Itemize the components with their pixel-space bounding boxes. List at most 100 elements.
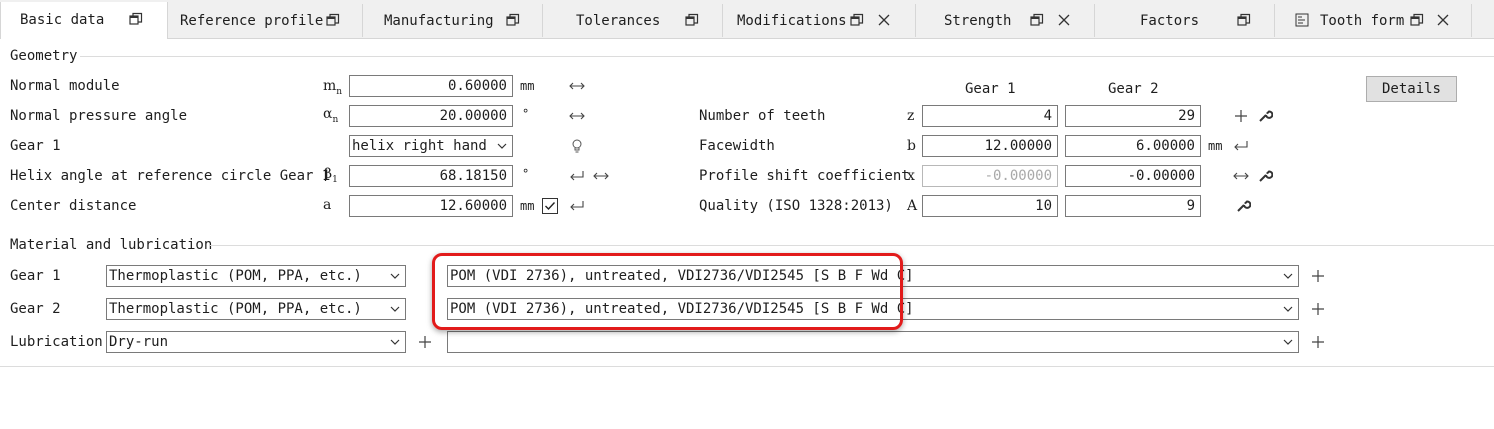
plus-icon[interactable]	[1310, 268, 1326, 284]
helix-angle-unit: °	[522, 167, 530, 181]
quality-symbol: A	[907, 198, 918, 214]
pressure-angle-unit: °	[522, 107, 530, 121]
teeth-symbol: z	[907, 108, 915, 124]
chevron-down-icon	[390, 306, 400, 312]
return-arrow-icon[interactable]	[1233, 138, 1249, 154]
swap-horizontal-icon[interactable]	[593, 168, 609, 184]
plus-icon[interactable]	[417, 334, 433, 350]
lightbulb-icon[interactable]	[569, 138, 585, 154]
return-arrow-icon[interactable]	[569, 168, 585, 184]
tab-tolerances[interactable]: Tolerances	[543, 4, 723, 37]
facewidth-gear1-input[interactable]: 12.00000	[922, 135, 1058, 157]
tab-label: Modifications	[737, 13, 847, 29]
details-button[interactable]: Details	[1366, 76, 1457, 102]
tab-label: Manufacturing	[384, 13, 494, 29]
swap-horizontal-icon[interactable]	[569, 108, 585, 124]
center-distance-unit: mm	[520, 199, 535, 213]
profile-shift-symbol: x	[907, 168, 915, 184]
tab-manufacturing[interactable]: Manufacturing	[363, 4, 543, 37]
center-distance-symbol: a	[323, 197, 332, 213]
chevron-down-icon	[390, 339, 400, 345]
bottom-divider	[0, 366, 1494, 367]
gear1-column-header: Gear 1	[965, 81, 1016, 97]
material-gear2-label: Gear 2	[10, 301, 61, 317]
profile-shift-label: Profile shift coefficient	[699, 168, 910, 184]
pressure-angle-label: Normal pressure angle	[10, 108, 188, 124]
tab-modifications[interactable]: Modifications	[723, 4, 916, 37]
chevron-down-icon	[1283, 339, 1293, 345]
tab-tooth-form[interactable]: Tooth form	[1275, 4, 1472, 37]
material-gear1-type-select[interactable]: Thermoplastic (POM, PPA, etc.)	[106, 265, 406, 287]
profile-shift-gear1-input: -0.00000	[922, 165, 1058, 187]
tab-strength[interactable]: Strength	[916, 4, 1095, 37]
tab-basic-data[interactable]: Basic data	[0, 2, 168, 39]
facewidth-label: Facewidth	[699, 138, 775, 154]
restore-window-icon[interactable]	[1030, 13, 1044, 27]
quality-gear1-input[interactable]: 10	[922, 195, 1058, 217]
highlight-annotation	[432, 253, 903, 330]
material-group-title: Material and lubrication	[10, 237, 213, 253]
gear1-helix-label: Gear 1	[10, 138, 61, 154]
plus-icon[interactable]	[1310, 301, 1326, 317]
gear2-column-header: Gear 2	[1108, 81, 1159, 97]
plus-icon[interactable]	[1233, 108, 1249, 124]
lubrication-type-select[interactable]: Dry-run	[106, 331, 406, 353]
helix-angle-input[interactable]: 68.18150	[349, 165, 513, 187]
center-distance-checkbox[interactable]	[542, 198, 558, 214]
geometry-group-title: Geometry	[10, 48, 78, 64]
close-icon[interactable]	[1057, 13, 1071, 27]
close-icon[interactable]	[1436, 13, 1450, 27]
restore-window-icon[interactable]	[326, 13, 340, 27]
tab-factors[interactable]: Factors	[1095, 4, 1275, 37]
material-gear1-type-value: Thermoplastic (POM, PPA, etc.)	[109, 268, 362, 284]
chevron-down-icon	[390, 273, 400, 279]
tab-label: Strength	[944, 13, 1012, 29]
wrench-icon[interactable]	[1235, 198, 1251, 214]
close-icon[interactable]	[877, 13, 891, 27]
center-distance-input[interactable]: 12.60000	[349, 195, 513, 217]
tab-reference-profile[interactable]: Reference profile	[168, 4, 363, 37]
teeth-gear1-input[interactable]: 4	[922, 105, 1058, 127]
wrench-icon[interactable]	[1257, 108, 1273, 124]
tab-label: Reference profile	[180, 13, 324, 29]
return-arrow-icon[interactable]	[569, 198, 585, 214]
restore-window-icon[interactable]	[129, 12, 143, 26]
checkmark-icon	[545, 202, 556, 211]
normal-module-input[interactable]: 0.60000	[349, 75, 513, 97]
teeth-gear2-input[interactable]: 29	[1065, 105, 1201, 127]
normal-module-label: Normal module	[10, 78, 120, 94]
helix-angle-symbol: β1	[324, 166, 338, 185]
helix-direction-select[interactable]: helix right hand	[349, 135, 513, 157]
restore-window-icon[interactable]	[685, 13, 699, 27]
quality-gear2-input[interactable]: 9	[1065, 195, 1201, 217]
facewidth-gear2-input[interactable]: 6.00000	[1065, 135, 1201, 157]
normal-module-symbol: mn	[323, 78, 343, 97]
center-distance-label: Center distance	[10, 198, 137, 214]
tab-label: Factors	[1140, 13, 1200, 29]
facewidth-symbol: b	[907, 138, 916, 154]
swap-horizontal-icon[interactable]	[1233, 168, 1249, 184]
geometry-divider	[80, 56, 1494, 57]
tab-label: Tooth form	[1320, 13, 1405, 29]
plus-icon[interactable]	[1310, 334, 1326, 350]
quality-label: Quality (ISO 1328:2013)	[699, 198, 893, 214]
lubricant-select[interactable]	[447, 331, 1299, 353]
pressure-angle-symbol: αn	[323, 106, 339, 125]
material-gear1-label: Gear 1	[10, 268, 61, 284]
tab-label: Basic data	[20, 12, 105, 28]
restore-window-icon[interactable]	[1237, 13, 1251, 27]
restore-window-icon[interactable]	[506, 13, 520, 27]
restore-window-icon[interactable]	[850, 13, 864, 27]
helix-direction-value: helix right hand	[352, 138, 487, 154]
profile-shift-gear2-input[interactable]: -0.00000	[1065, 165, 1201, 187]
swap-horizontal-icon[interactable]	[569, 78, 585, 94]
chevron-down-icon	[1283, 273, 1293, 279]
restore-window-icon[interactable]	[1410, 13, 1424, 27]
helix-angle-label: Helix angle at reference circle Gear 1	[10, 168, 331, 184]
tooth-form-icon	[1295, 13, 1309, 27]
wrench-icon[interactable]	[1257, 168, 1273, 184]
material-gear2-type-select[interactable]: Thermoplastic (POM, PPA, etc.)	[106, 298, 406, 320]
material-gear2-type-value: Thermoplastic (POM, PPA, etc.)	[109, 301, 362, 317]
facewidth-unit: mm	[1208, 139, 1223, 153]
pressure-angle-input[interactable]: 20.00000	[349, 105, 513, 127]
